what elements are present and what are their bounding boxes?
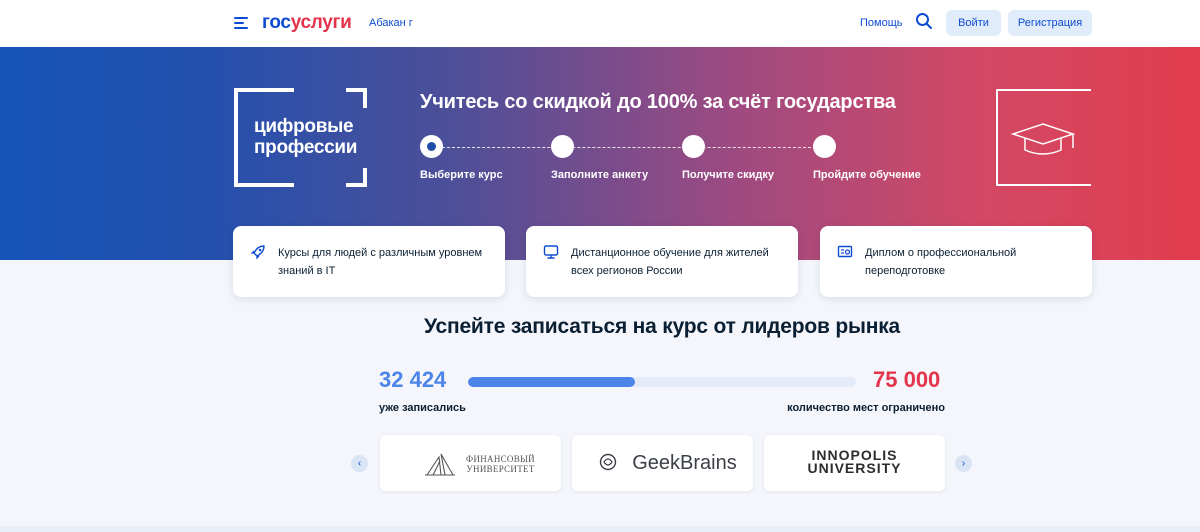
register-button[interactable]: Регистрация [1008,10,1092,36]
feature-card-diploma: Диплом о профессиональной переподготовке [820,226,1092,297]
feature-text: Курсы для людей с различным уровнем знан… [278,247,483,277]
partner-name-finuniversity: ФИНАНСОВЫЙ УНИВЕРСИТЕТ [410,454,591,474]
progress-fill [468,377,635,387]
login-button[interactable]: Войти [946,10,1001,36]
step-label-4: Пройдите обучение [813,169,921,181]
partner-name-innopolis: INNOPOLIS UNIVERSITY [764,448,945,476]
enrolled-count: 32 424 [379,367,447,392]
partner-name-line: UNIVERSITY [807,460,902,476]
total-seats-label: количество мест ограничено [787,402,945,414]
digital-professions-logo: цифровые профессии [234,88,367,187]
gosuslugi-logo[interactable]: госуслуги [262,12,352,34]
step-dot-1 [420,135,443,158]
partner-name-line: ФИНАНСОВЫЙ [466,454,535,464]
partner-name-line: УНИВЕРСИТЕТ [466,464,535,474]
chevron-left-icon: ‹ [357,458,362,469]
search-icon[interactable] [915,12,933,30]
feature-card-levels: Курсы для людей с различным уровнем знан… [233,226,505,297]
logo-line-1: цифровые [254,116,354,137]
feature-text: Дистанционное обучение для жителей всех … [571,247,769,277]
chevron-right-icon: › [961,458,966,469]
feature-text: Диплом о профессиональной переподготовке [865,247,1017,277]
partner-card-innopolis[interactable]: INNOPOLIS UNIVERSITY [764,435,945,491]
step-label-1: Выберите курс [420,169,503,181]
step-dot-4 [813,135,836,158]
partner-name-geekbrains: GeekBrains [632,452,737,474]
logo-part-uslugi: услуги [290,12,352,33]
step-dot-2 [551,135,574,158]
top-header: госуслуги Абакан г Помощь Войти Регистра… [0,0,1200,47]
enrollment-progress-bar [468,377,856,387]
steps-connector [432,147,826,148]
help-link[interactable]: Помощь [860,17,903,29]
step-label-3: Получите скидку [682,169,775,181]
logo-line-2: профессии [254,137,358,158]
partner-card-finuniversity[interactable]: ФИНАНСОВЫЙ УНИВЕРСИТЕТ [380,435,561,491]
feature-card-remote: Дистанционное обучение для жителей всех … [526,226,798,297]
hero-title: Учитесь со скидкой до 100% за счёт госуд… [420,91,896,113]
bottom-section-edge [0,526,1200,532]
rocket-icon [250,245,265,260]
graduation-cap-icon [996,89,1091,186]
diploma-icon [837,245,853,258]
carousel-prev-button[interactable]: ‹ [351,455,368,472]
step-label-2: Заполните анкету [551,169,649,181]
city-selector[interactable]: Абакан г [369,17,413,29]
menu-icon[interactable] [234,17,248,29]
step-dot-3 [682,135,705,158]
section-title: Успейте записаться на курс от лидеров ры… [423,315,901,338]
monitor-icon [543,245,559,259]
logo-part-gos: гос [262,12,291,33]
enrolled-label: уже записались [379,402,466,414]
carousel-next-button[interactable]: › [955,455,972,472]
total-seats: 75 000 [873,367,941,392]
partner-card-geekbrains[interactable]: GeekBrains [572,435,753,491]
